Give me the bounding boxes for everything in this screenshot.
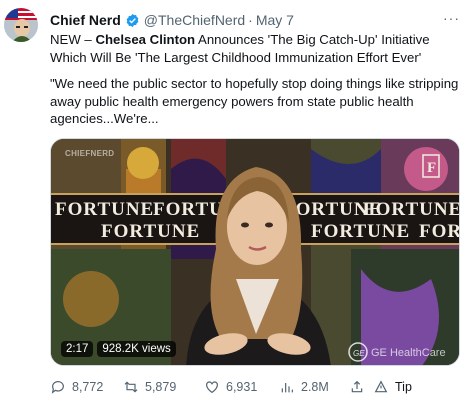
tip-label: Tip [395, 380, 412, 394]
heart-icon [206, 381, 218, 394]
author-name[interactable]: Chief Nerd [50, 12, 121, 28]
headline-prefix: NEW – [50, 32, 96, 47]
reply-count: 8,772 [72, 380, 104, 394]
fortune-logo: F [427, 160, 436, 176]
action-bar: 8,772 5,879 6,931 2.8M Tip [50, 376, 460, 398]
banner-text-6: FORTUNE [311, 221, 410, 242]
video-duration: 2:17 [61, 341, 94, 357]
banner-text-5: FORTUNE [101, 221, 200, 242]
tip-button[interactable]: Tip [373, 379, 412, 395]
like-count: 6,931 [226, 380, 258, 394]
banner-text-4: FORTUNE [363, 199, 460, 220]
avatar[interactable] [4, 8, 38, 42]
sponsor-watermark: GE HealthCare [371, 347, 446, 359]
headline-name: Chelsea Clinton [95, 32, 196, 47]
banner-text-7: FORTUNE [419, 221, 460, 242]
svg-text:GE: GE [353, 349, 365, 358]
share-button[interactable] [349, 379, 373, 395]
tweet-headline: NEW – Chelsea Clinton Announces 'The Big… [50, 31, 460, 66]
tip-icon [374, 380, 388, 393]
retweet-icon [124, 381, 138, 393]
views-button[interactable]: 2.8M [279, 379, 349, 395]
reply-icon [51, 381, 64, 394]
like-button[interactable]: 6,931 [204, 379, 279, 395]
separator-dot: · [248, 12, 253, 28]
tweet-date[interactable]: May 7 [256, 12, 294, 28]
verified-badge-icon [126, 13, 139, 27]
retweet-button[interactable]: 5,879 [123, 379, 204, 395]
tweet-header: Chief Nerd @TheChiefNerd · May 7 [50, 10, 462, 30]
reply-button[interactable]: 8,772 [50, 379, 123, 395]
share-icon [351, 380, 363, 393]
channel-watermark: CHIEFNERD [65, 149, 115, 158]
author-handle[interactable]: @TheChiefNerd [144, 12, 245, 28]
banner-text-1: FORTUNE [55, 199, 154, 220]
video-frame: FORTUNE FORTUNE FORTUNE FORTUNE FORTUNE … [51, 139, 460, 365]
video-views: 928.2K views [97, 341, 176, 357]
tweet-text: NEW – Chelsea Clinton Announces 'The Big… [50, 31, 460, 137]
view-count: 2.8M [301, 380, 329, 394]
retweet-count: 5,879 [145, 380, 177, 394]
tweet-quote: "We need the public sector to hopefully … [50, 76, 459, 126]
video-player[interactable]: FORTUNE FORTUNE FORTUNE FORTUNE FORTUNE … [50, 138, 460, 366]
video-stats: 2:17 928.2K views [61, 341, 176, 357]
analytics-icon [281, 383, 293, 393]
more-options-icon[interactable]: ··· [443, 10, 460, 26]
